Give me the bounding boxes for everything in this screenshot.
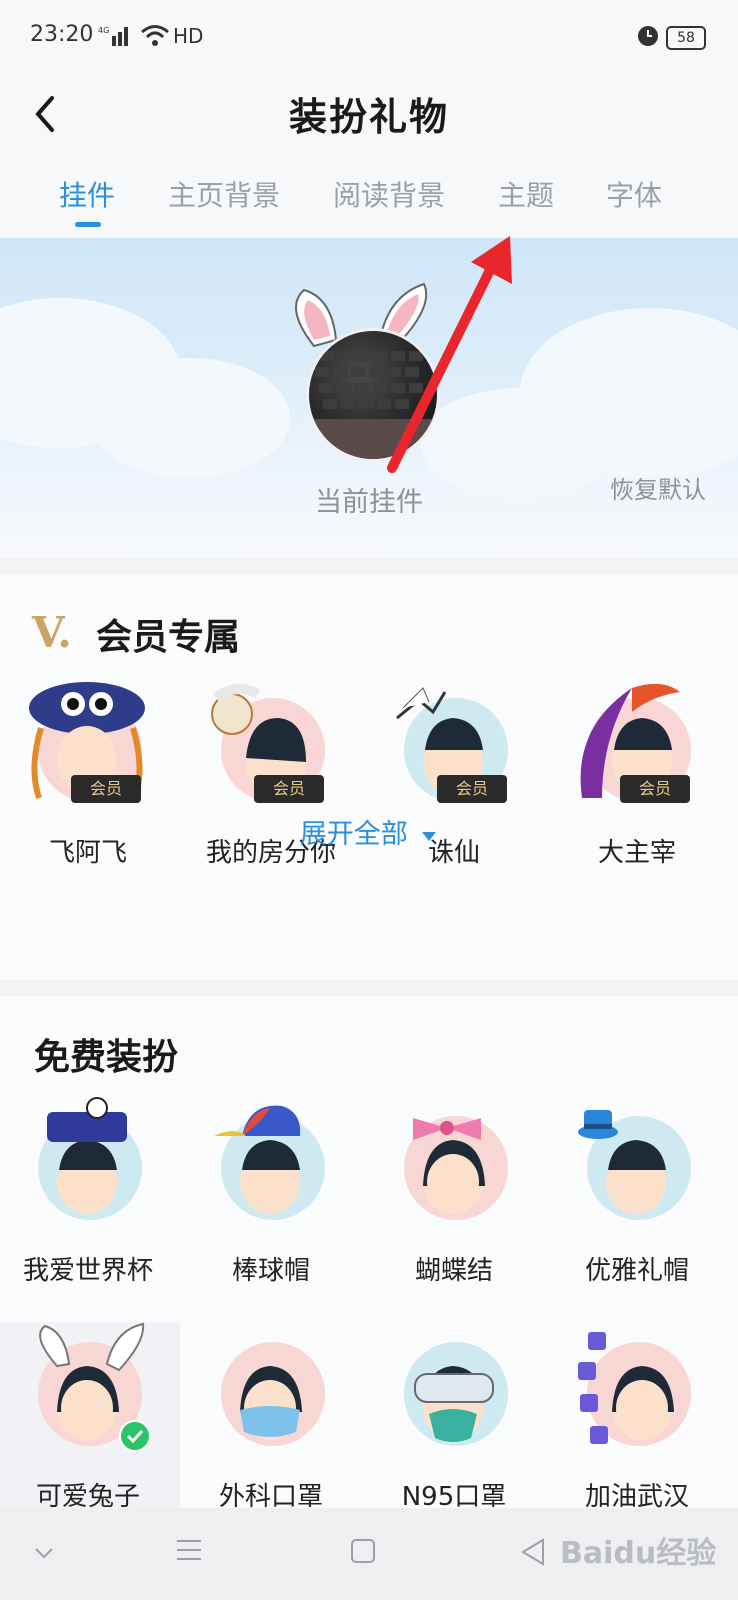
triangle-down-icon [422, 831, 437, 841]
n95-mask-pendant-icon [414, 1366, 494, 1442]
network-type: HD [173, 24, 204, 48]
vip-badge: 会员 [620, 775, 690, 803]
back-triangle-icon[interactable] [520, 1538, 546, 1566]
pendant-name: 外科口罩 [218, 1482, 323, 1508]
page-title: 装扮礼物 [288, 95, 449, 139]
battery-icon: 58 [666, 26, 706, 50]
pendant-item[interactable]: 棒球帽 [179, 1096, 363, 1287]
selected-check-icon [119, 1420, 151, 1452]
vip-section: V. 会员专属 会员 飞阿飞 会员 我的房分你 会员 诛仙 会员 大主宰 展开全… [0, 574, 738, 980]
baseball-cap-pendant-icon [214, 1105, 301, 1214]
wifi-icon [141, 25, 169, 46]
tab-theme[interactable]: 主题 [498, 174, 554, 214]
pendant-name: 棒球帽 [231, 1256, 310, 1286]
bow-pendant-icon [413, 1118, 485, 1214]
pendant-item-selected[interactable]: 可爱兔子 [0, 1322, 180, 1508]
vip-badge: 会员 [437, 775, 507, 803]
pendant-item[interactable]: 我爱世界杯 [0, 1096, 180, 1287]
keyboard-photo [309, 351, 437, 459]
pendant-item[interactable]: 外科口罩 [179, 1322, 363, 1508]
watermark-logo: Baidu经验 [560, 1536, 717, 1571]
expand-all-button[interactable]: 展开全部 [0, 812, 738, 851]
current-pendant-banner: 当前挂件 恢复默认 [0, 238, 738, 558]
top-hat-pendant-icon [578, 1110, 666, 1214]
pendant-item[interactable]: 加油武汉 [545, 1322, 729, 1508]
chevron-down-icon[interactable] [34, 1546, 54, 1560]
vip-section-title: 会员专属 [96, 617, 241, 658]
tab-reading-background[interactable]: 阅读背景 [333, 174, 445, 214]
pendant-name: 加油武汉 [584, 1482, 689, 1508]
pendant-name: N95口罩 [401, 1482, 507, 1508]
signal-icon: 4G [98, 26, 128, 46]
tab-bar: 挂件 主页背景 阅读背景 主题 字体 [0, 154, 738, 238]
tab-font[interactable]: 字体 [606, 174, 662, 214]
tab-pendant[interactable]: 挂件 [59, 174, 115, 214]
world-cup-pendant-icon [47, 1097, 127, 1214]
alarm-icon [638, 26, 658, 46]
current-pendant-avatar[interactable] [306, 328, 440, 462]
tab-indicator [75, 222, 101, 227]
restore-default-button[interactable]: 恢复默认 [610, 470, 706, 505]
pendant-name: 蝴蝶结 [414, 1256, 493, 1286]
pendant-item[interactable]: 蝴蝶结 [362, 1096, 546, 1287]
cheer-wuhan-pendant-icon [578, 1332, 674, 1444]
menu-icon[interactable] [176, 1538, 202, 1562]
surgical-mask-pendant-icon [240, 1366, 302, 1440]
pendant-item[interactable]: 优雅礼帽 [545, 1096, 729, 1287]
pendant-name: 我爱世界杯 [22, 1256, 153, 1286]
status-time: 23:20 [30, 22, 94, 47]
vip-badge: 会员 [71, 775, 141, 803]
free-section-title: 免费装扮 [34, 1037, 179, 1078]
pendant-item[interactable]: N95口罩 [362, 1322, 546, 1508]
tab-home-background[interactable]: 主页背景 [168, 174, 280, 214]
pendant-name: 优雅礼帽 [584, 1256, 689, 1286]
vip-icon: V. [32, 608, 72, 657]
pendant-name: 可爱兔子 [35, 1482, 140, 1508]
svg-text:4G: 4G [98, 26, 109, 35]
free-section: 免费装扮 我爱世界杯 棒球帽 蝴蝶结 优雅礼帽 可爱兔子 外科口罩 N95口罩 … [0, 996, 738, 1508]
cloud-decoration [90, 358, 290, 478]
home-square-icon[interactable] [350, 1538, 376, 1564]
status-bar: 23:20 4G HD 58 [0, 0, 738, 74]
header: 装扮礼物 [0, 74, 738, 154]
vip-badge: 会员 [254, 775, 324, 803]
